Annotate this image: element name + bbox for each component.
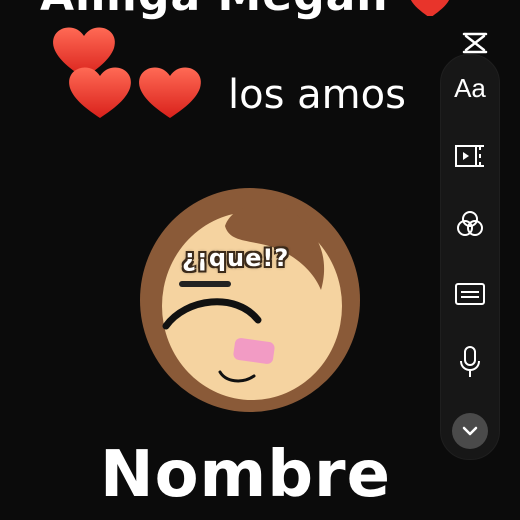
captions-icon[interactable] — [449, 273, 491, 315]
hearts-sticker — [53, 27, 201, 118]
heart-icon — [139, 67, 201, 118]
bottom-caption: Nombre — [100, 438, 391, 512]
secondary-caption: los amos — [228, 72, 406, 118]
split-clip-icon[interactable] — [449, 135, 491, 177]
expand-tools-button[interactable] — [452, 413, 488, 449]
chevron-down-icon — [462, 426, 478, 436]
avatar — [140, 188, 360, 412]
microphone-icon[interactable] — [449, 341, 491, 383]
heart-icon — [410, 0, 450, 16]
edit-toolbar: Aa — [440, 54, 500, 460]
heart-icon — [69, 67, 131, 118]
video-preview: Amiga Megan los amos — [0, 0, 520, 520]
text-tool-button[interactable]: Aa — [449, 67, 491, 109]
filters-icon[interactable] — [449, 203, 491, 245]
avatar-caption: ¿¡que!? — [182, 244, 290, 272]
text-tool-label: Aa — [454, 72, 486, 103]
